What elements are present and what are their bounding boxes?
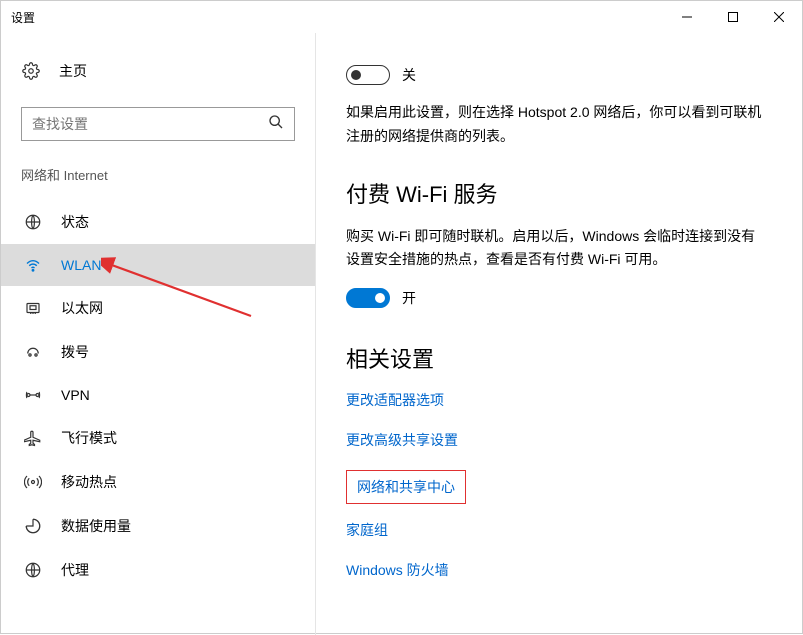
home-button[interactable]: 主页 [1,53,315,89]
content-area: 关 如果启用此设置，则在选择 Hotspot 2.0 网络后，你可以看到可联机注… [316,33,802,635]
search-input[interactable] [32,116,268,132]
nav-list: 状态 WLAN 以太网 拨号 VPN 飞行模式 [1,200,315,592]
dialup-icon [23,343,43,361]
nav-label: 移动热点 [61,472,117,492]
gear-icon [21,62,41,80]
search-input-container[interactable] [21,107,295,141]
hotspot20-toggle[interactable] [346,65,390,85]
nav-item-status[interactable]: 状态 [1,200,315,244]
related-settings-title: 相关设置 [346,342,772,374]
link-firewall[interactable]: Windows 防火墙 [346,560,772,580]
nav-label: 代理 [61,560,89,580]
nav-label: WLAN [61,257,101,273]
window-title: 设置 [11,9,35,26]
globe-icon [23,213,43,231]
hotspot-icon [23,473,43,491]
nav-label: 以太网 [61,298,103,318]
nav-item-airplane[interactable]: 飞行模式 [1,416,315,460]
nav-label: 飞行模式 [61,428,117,448]
nav-item-wlan[interactable]: WLAN [1,244,315,286]
hotspot20-description: 如果启用此设置，则在选择 Hotspot 2.0 网络后，你可以看到可联机注册的… [346,101,766,149]
home-label: 主页 [59,61,87,81]
titlebar: 设置 [1,1,802,33]
minimize-button[interactable] [664,1,710,33]
link-adapter-options[interactable]: 更改适配器选项 [346,390,772,410]
category-label: 网络和 Internet [1,165,315,184]
nav-item-datausage[interactable]: 数据使用量 [1,504,315,548]
link-network-sharing-center[interactable]: 网络和共享中心 [357,477,455,497]
nav-label: 状态 [61,212,89,232]
link-homegroup[interactable]: 家庭组 [346,520,772,540]
nav-label: VPN [61,387,90,403]
nav-label: 拨号 [61,342,89,362]
toggle-state-label: 开 [402,288,416,308]
paid-wifi-title: 付费 Wi-Fi 服务 [346,177,772,209]
proxy-icon [23,561,43,579]
datausage-icon [23,517,43,535]
nav-item-hotspot[interactable]: 移动热点 [1,460,315,504]
vpn-icon [23,386,43,404]
nav-item-vpn[interactable]: VPN [1,374,315,416]
nav-item-proxy[interactable]: 代理 [1,548,315,592]
nav-label: 数据使用量 [61,516,131,536]
sidebar: 主页 网络和 Internet 状态 WLAN 以太网 [1,33,316,635]
close-button[interactable] [756,1,802,33]
airplane-icon [23,429,43,447]
link-advanced-sharing[interactable]: 更改高级共享设置 [346,430,772,450]
ethernet-icon [23,299,43,317]
nav-item-ethernet[interactable]: 以太网 [1,286,315,330]
toggle-state-label: 关 [402,65,416,85]
maximize-button[interactable] [710,1,756,33]
wifi-icon [23,256,43,274]
nav-item-dialup[interactable]: 拨号 [1,330,315,374]
search-icon [268,114,284,135]
paid-wifi-description: 购买 Wi-Fi 即可随时联机。启用以后，Windows 会临时连接到没有设置安… [346,225,766,273]
paid-wifi-toggle[interactable] [346,288,390,308]
